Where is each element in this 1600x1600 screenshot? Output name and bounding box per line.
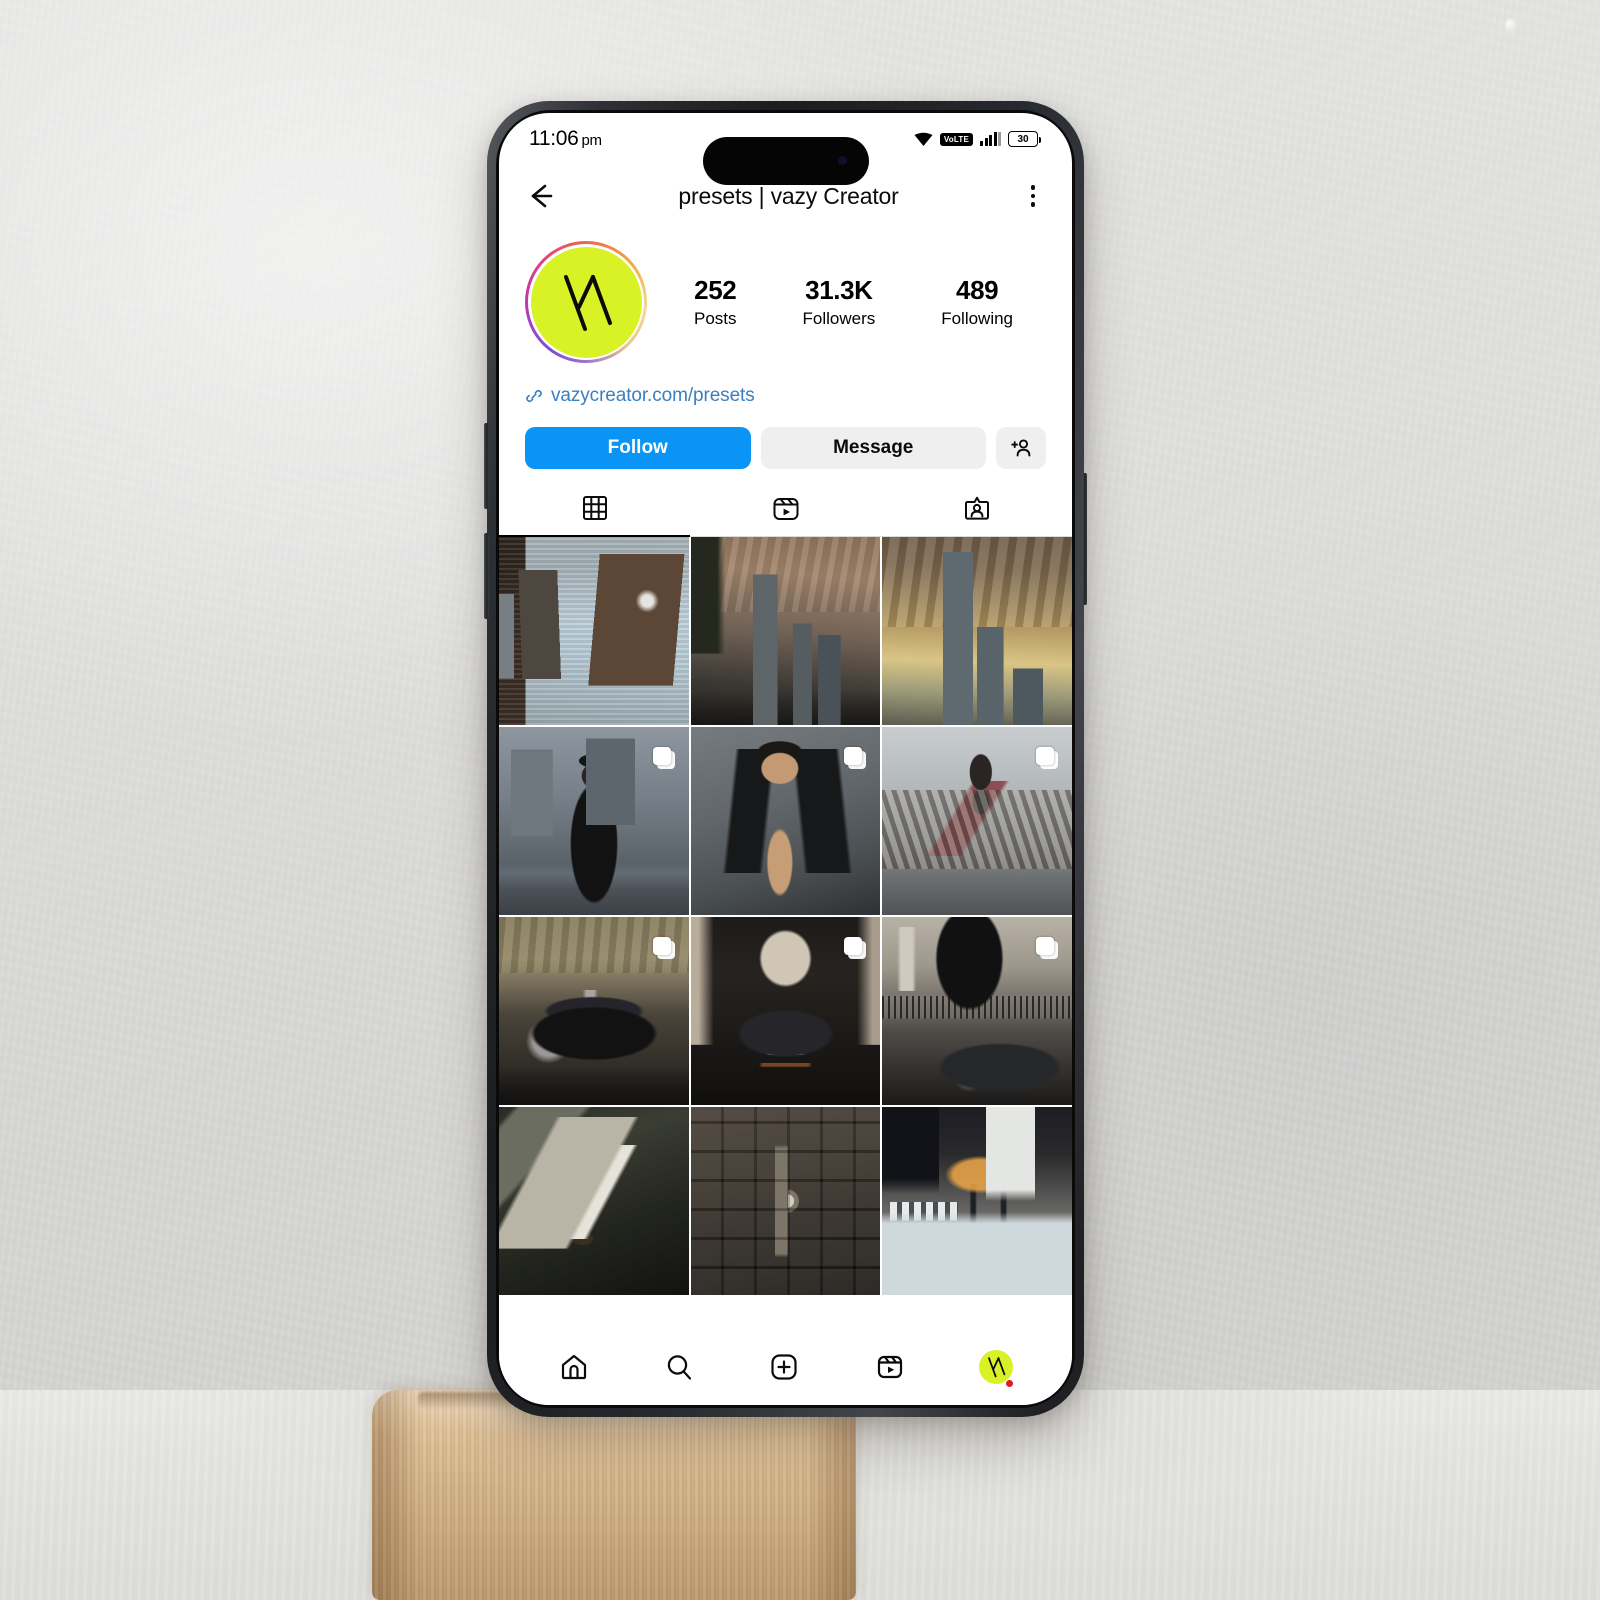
stat-following-value: 489 (956, 275, 999, 305)
battery-level: 30 (1017, 133, 1029, 145)
profile-tabs (499, 479, 1072, 538)
carousel-icon (1036, 747, 1058, 771)
nav-reels[interactable] (874, 1351, 906, 1383)
stat-following-label: Following (941, 309, 1014, 328)
link-chain-icon (526, 389, 542, 403)
phone-device: 11:06pm VoLTE 30 presets | vazy Creator (484, 101, 1087, 1417)
avatar (528, 244, 644, 360)
message-button[interactable]: Message (760, 427, 986, 469)
tagged-person-icon (964, 496, 989, 520)
volume-down-button[interactable] (484, 533, 489, 619)
avatar-story-ring[interactable] (525, 241, 647, 363)
plus-square-icon (771, 1354, 798, 1380)
grid-post[interactable] (690, 727, 881, 915)
carousel-icon (652, 937, 675, 961)
search-icon (667, 1355, 692, 1380)
reels-icon (773, 497, 798, 520)
post-image (882, 537, 1072, 725)
grid-post[interactable] (690, 917, 881, 1105)
status-icons: VoLTE 30 (914, 131, 1041, 147)
back-arrow-icon[interactable] (525, 180, 557, 212)
grid-post[interactable] (690, 537, 881, 725)
post-image (690, 1107, 881, 1295)
phone-screen: 11:06pm VoLTE 30 presets | vazy Creator (499, 113, 1072, 1405)
power-button[interactable] (1082, 473, 1087, 605)
status-time-ampm: pm (581, 132, 603, 149)
add-user-button[interactable] (996, 427, 1046, 469)
profile-link-row[interactable]: vazycreator.com/presets (525, 385, 755, 407)
stat-followers[interactable]: 31.3K Followers (802, 275, 875, 329)
profile-stats: 252 Posts 31.3K Followers 489 Following (647, 275, 1046, 329)
carousel-icon (1036, 937, 1058, 961)
stat-posts-label: Posts (693, 309, 737, 328)
stat-followers-label: Followers (802, 309, 876, 328)
nav-home[interactable] (558, 1351, 590, 1383)
profile-summary: 252 Posts 31.3K Followers 489 Following (499, 241, 1072, 363)
bottom-navigation (499, 1339, 1072, 1405)
volte-badge: VoLTE (939, 132, 973, 146)
post-image (882, 1107, 1072, 1295)
volume-up-button[interactable] (484, 423, 489, 509)
nav-search[interactable] (663, 1351, 695, 1383)
nav-create[interactable] (768, 1351, 800, 1383)
wooden-stand (372, 1390, 856, 1600)
avatar-monogram (530, 246, 642, 358)
grid-post[interactable] (499, 917, 689, 1105)
grid-post[interactable] (499, 1107, 689, 1295)
carousel-icon (652, 747, 675, 771)
grid-post[interactable] (882, 537, 1072, 725)
stat-posts-value: 252 (694, 275, 737, 305)
wifi-icon (914, 132, 933, 146)
profile-actions: Follow Message (525, 427, 1046, 469)
follow-button[interactable]: Follow (525, 427, 751, 469)
grid-icon (582, 495, 607, 520)
va-monogram-icon (564, 275, 612, 331)
battery-icon: 30 (1008, 131, 1041, 147)
reels-icon (877, 1355, 902, 1379)
stat-following[interactable]: 489 Following (941, 275, 1013, 329)
post-image (499, 1107, 689, 1295)
page-title: presets | vazy Creator (678, 182, 899, 209)
status-time-value: 11:06 (529, 127, 579, 150)
stat-posts[interactable]: 252 Posts (694, 275, 737, 329)
profile-link-text[interactable]: vazycreator.com/presets (551, 385, 755, 407)
tab-tagged[interactable] (881, 479, 1072, 536)
va-monogram-icon (988, 1357, 1006, 1378)
tab-grid[interactable] (499, 479, 690, 538)
nav-profile[interactable] (979, 1350, 1014, 1387)
signal-bars-icon (980, 132, 1001, 146)
home-icon (561, 1354, 586, 1380)
grid-post[interactable] (882, 917, 1072, 1105)
status-time: 11:06 pm (529, 127, 602, 151)
photo-grid (499, 537, 1072, 1340)
carousel-icon (844, 747, 867, 771)
grid-post[interactable] (499, 537, 689, 725)
tab-reels[interactable] (690, 479, 881, 536)
grid-post[interactable] (882, 1107, 1072, 1295)
notification-dot (1006, 1380, 1014, 1387)
grid-post[interactable] (690, 1107, 881, 1295)
post-image (690, 537, 881, 725)
dynamic-island (702, 137, 869, 185)
kebab-menu-icon[interactable] (1020, 185, 1046, 207)
post-image (499, 537, 689, 725)
carousel-icon (844, 937, 867, 961)
profile-avatar-icon (979, 1350, 1014, 1387)
grid-post[interactable] (499, 727, 689, 915)
person-add-icon (1011, 439, 1031, 457)
stat-followers-value: 31.3K (805, 275, 873, 305)
grid-post[interactable] (882, 727, 1072, 915)
wall-blemish (1505, 18, 1516, 34)
